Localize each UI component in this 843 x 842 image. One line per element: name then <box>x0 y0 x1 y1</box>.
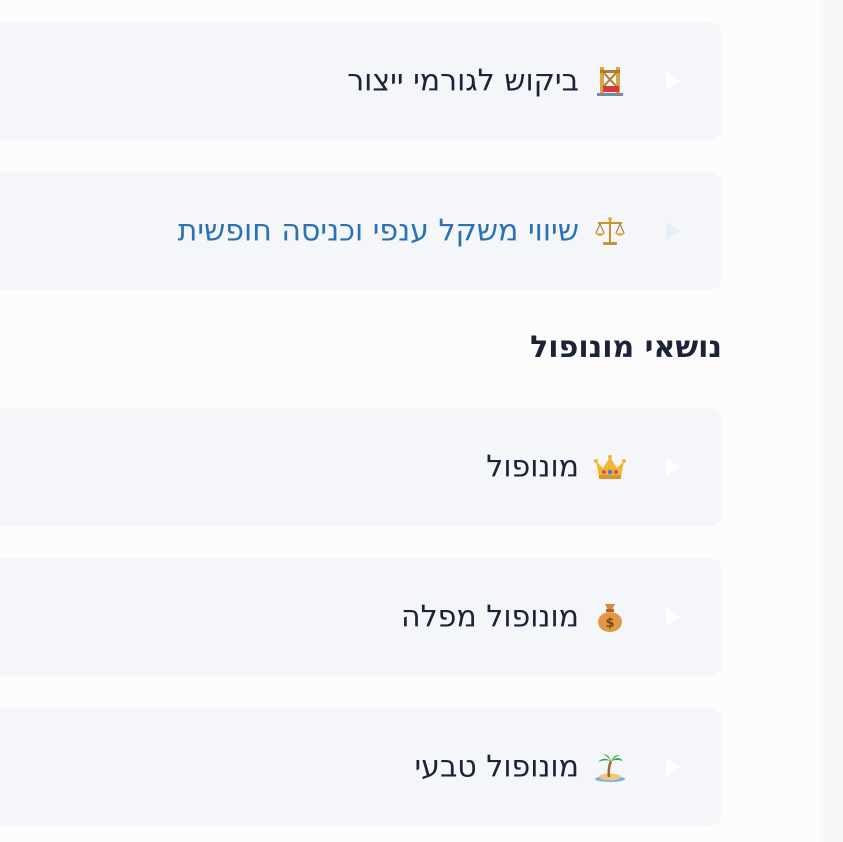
card-industry-equilibrium[interactable]: שיווי משקל ענפי וכניסה חופשית <box>0 172 722 290</box>
card-natural-monopoly[interactable]: מונופול טבעי <box>0 708 722 826</box>
section-heading: נושאי מונופול <box>530 330 722 365</box>
desert-island-icon <box>593 750 627 784</box>
page: ביקוש לגורמי ייצור שיווי משקל ענפי וכניס… <box>0 0 843 842</box>
crown-icon <box>593 450 627 484</box>
expand-arrow-icon[interactable] <box>666 222 680 240</box>
expand-arrow-icon[interactable] <box>666 72 680 90</box>
money-bag-icon: $ <box>593 600 627 634</box>
expand-arrow-icon[interactable] <box>666 608 680 626</box>
card-label[interactable]: שיווי משקל ענפי וכניסה חופשית <box>178 214 579 249</box>
card-label[interactable]: מונופול מפלה <box>401 600 579 635</box>
card-label[interactable]: מונופול <box>486 450 579 485</box>
construction-crane-icon <box>593 64 627 98</box>
card-monopoly[interactable]: מונופול <box>0 408 722 526</box>
svg-text:$: $ <box>605 616 614 631</box>
balance-scale-icon <box>593 214 627 248</box>
card-factor-demand[interactable]: ביקוש לגורמי ייצור <box>0 22 722 140</box>
card-label[interactable]: מונופול טבעי <box>414 750 579 785</box>
expand-arrow-icon[interactable] <box>666 758 680 776</box>
expand-arrow-icon[interactable] <box>666 458 680 476</box>
card-price-discriminating-monopoly[interactable]: $ מונופול מפלה <box>0 558 722 676</box>
scrollbar-track[interactable] <box>821 0 843 842</box>
card-label[interactable]: ביקוש לגורמי ייצור <box>347 64 579 99</box>
